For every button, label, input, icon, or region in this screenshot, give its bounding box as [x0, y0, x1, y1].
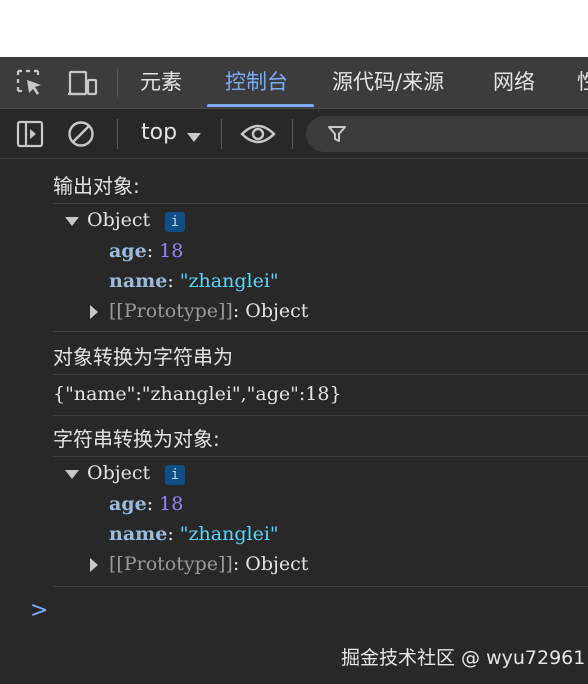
tab-sources[interactable]: 源代码/来源 — [332, 57, 444, 108]
object-property-name: name: "zhanglei" — [109, 270, 279, 292]
object-type[interactable]: Object — [87, 209, 150, 231]
console-message-json: {"name":"zhanglei","age":18} — [53, 383, 342, 405]
tab-network[interactable]: 网络 — [493, 57, 535, 108]
object-property-age: age: 18 — [109, 240, 184, 262]
expand-triangle-icon[interactable] — [65, 217, 79, 226]
expand-triangle-icon[interactable] — [65, 470, 79, 479]
divider — [292, 119, 293, 149]
clear-console-icon[interactable] — [67, 120, 95, 148]
message-divider — [53, 331, 588, 332]
divider — [117, 119, 118, 149]
console-prompt[interactable]: > — [30, 598, 48, 623]
context-selector[interactable]: top — [141, 120, 177, 145]
tab-elements[interactable]: 元素 — [140, 57, 182, 108]
message-divider — [53, 586, 588, 587]
sidebar-toggle-icon[interactable] — [16, 120, 44, 148]
console-message: 字符串转换为对象: — [53, 427, 220, 451]
browser-chrome-strip — [0, 0, 588, 57]
filter-input[interactable] — [306, 116, 588, 152]
message-divider — [53, 456, 588, 457]
divider — [221, 119, 222, 149]
active-tab-indicator — [207, 104, 314, 107]
inspect-icon[interactable] — [16, 69, 44, 97]
message-divider — [53, 415, 588, 416]
watermark: 掘金技术社区 @ wyu72961 — [341, 647, 586, 669]
info-badge[interactable]: i — [165, 465, 185, 485]
object-type[interactable]: Object — [87, 462, 150, 484]
eye-icon[interactable] — [240, 122, 276, 150]
expand-triangle-icon[interactable] — [90, 305, 98, 319]
message-divider — [53, 203, 588, 204]
console-toolbar: top — [0, 109, 588, 159]
info-badge[interactable]: i — [165, 212, 185, 232]
object-prototype[interactable]: [[Prototype]]: Object — [109, 553, 308, 575]
expand-triangle-icon[interactable] — [90, 558, 98, 572]
divider — [117, 69, 118, 97]
tab-performance[interactable]: 性 — [577, 57, 588, 108]
tab-console[interactable]: 控制台 — [225, 57, 288, 108]
devtools-tabbar: 元素 控制台 源代码/来源 网络 性 — [0, 57, 588, 109]
dropdown-caret-icon[interactable] — [186, 129, 202, 148]
object-prototype[interactable]: [[Prototype]]: Object — [109, 300, 308, 322]
console-message: 对象转换为字符串为 — [53, 345, 233, 369]
console-message: 输出对象: — [53, 174, 140, 198]
device-toggle-icon[interactable] — [67, 69, 98, 97]
filter-icon — [328, 125, 346, 147]
object-property-age: age: 18 — [109, 493, 184, 515]
message-divider — [53, 374, 588, 375]
object-property-name: name: "zhanglei" — [109, 523, 279, 545]
